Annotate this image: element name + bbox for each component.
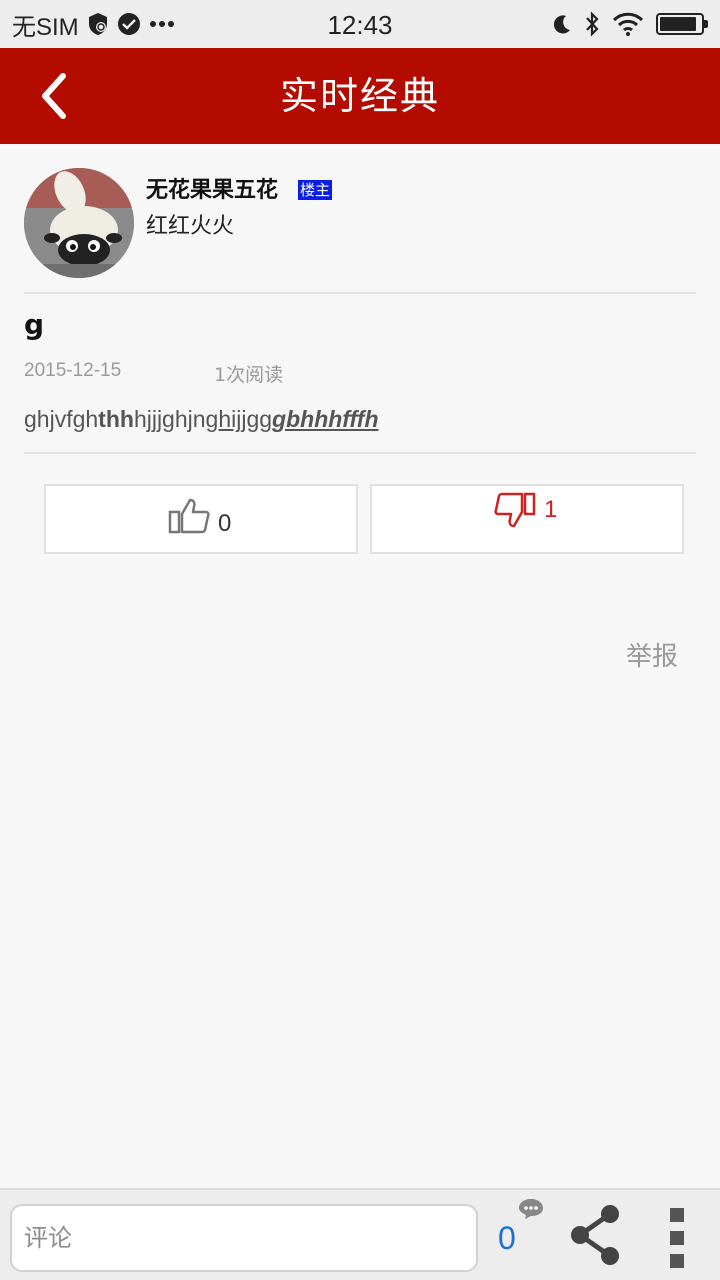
avatar[interactable] <box>24 168 134 278</box>
moon-icon <box>552 14 572 34</box>
report-link[interactable]: 举报 <box>626 636 678 673</box>
chevron-left-icon <box>42 73 66 119</box>
divider <box>24 292 696 294</box>
comment-input[interactable] <box>10 1204 478 1272</box>
battery-fill <box>660 17 696 31</box>
sheep-avatar-image <box>24 168 134 278</box>
comment-bubble-icon <box>519 1199 543 1219</box>
share-button[interactable] <box>566 1202 624 1268</box>
post-date: 2015-12-15 <box>24 360 122 381</box>
more-vertical-icon <box>670 1208 684 1268</box>
thumbs-down-icon <box>494 492 536 528</box>
author-signature: 红红火火 <box>146 214 235 239</box>
post-body-text: ghjvfgh <box>24 406 99 432</box>
back-button[interactable] <box>28 70 80 122</box>
post-body-text: hjjjghjn <box>133 406 206 432</box>
thumbs-up-icon <box>168 498 210 534</box>
like-button[interactable]: 0 <box>44 484 358 554</box>
author-name[interactable]: 无花果果五花 <box>146 172 278 204</box>
status-right <box>552 0 708 48</box>
status-bar: 无SIM 12:43 <box>0 0 720 48</box>
wifi-icon <box>612 12 644 36</box>
bluetooth-icon <box>584 11 600 37</box>
post-title: g <box>24 308 45 341</box>
post-body: ghjvfghthhhjjjghjnghijjgggbhhhfffh <box>24 406 379 433</box>
comment-count[interactable]: 0 <box>498 1220 516 1257</box>
post-body-bold-italic: gbhhhfffh <box>272 406 379 432</box>
page-title: 实时经典 <box>279 74 440 118</box>
like-count: 0 <box>218 510 232 537</box>
bottom-bar: 0 <box>0 1188 720 1280</box>
share-icon <box>571 1205 619 1265</box>
post-body-bold: thh <box>98 406 134 432</box>
dislike-button[interactable]: 1 <box>370 484 684 554</box>
host-badge: 楼主 <box>298 180 333 200</box>
dislike-count: 1 <box>544 496 558 523</box>
more-menu-button[interactable] <box>660 1204 696 1272</box>
app-header: 实时经典 <box>0 48 720 144</box>
divider <box>24 452 696 454</box>
author-section: 无花果果五花 楼主 红红火火 <box>0 144 720 294</box>
post-body-underline: ghijjgg <box>205 406 273 432</box>
post-views: 1次阅读 <box>214 364 284 386</box>
battery-icon <box>656 13 708 35</box>
